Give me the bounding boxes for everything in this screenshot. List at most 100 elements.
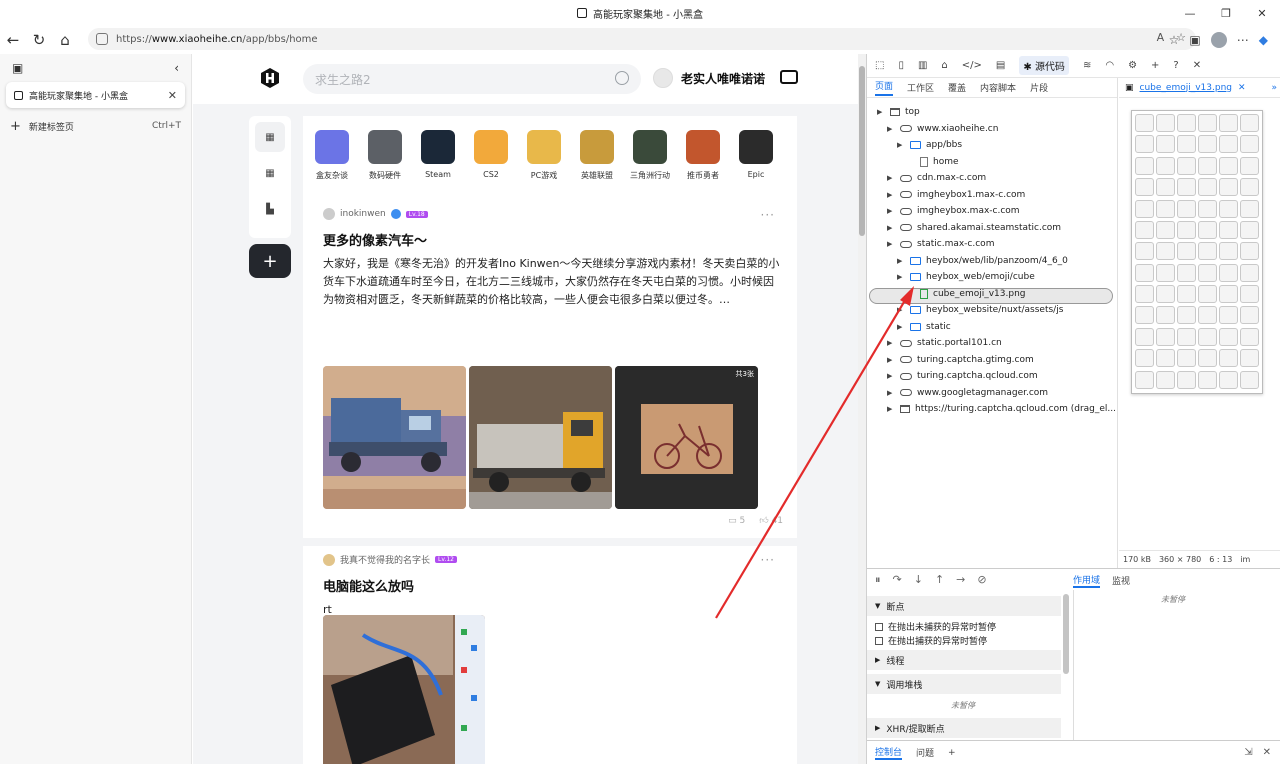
search-icon[interactable]	[615, 71, 629, 85]
step-into-icon[interactable]: ↓	[914, 573, 923, 586]
tree-node[interactable]: ▶ cdn.max-c.com	[887, 170, 986, 186]
close-file-tab-icon[interactable]: ✕	[1238, 83, 1246, 93]
tab-scope[interactable]: 作用域	[1073, 573, 1101, 588]
post-image-bicycle[interactable]: 共3张	[615, 366, 758, 509]
post-image-truck[interactable]	[323, 366, 466, 509]
category-lol[interactable]: 英雄联盟	[578, 130, 616, 181]
tree-node[interactable]: ▶ static.portal101.cn	[887, 335, 1002, 351]
post-card[interactable]: 我真不觉得我的名字长 Lv.12 ··· 电脑能这么放吗 rt	[323, 553, 783, 619]
home-button[interactable]: ⌂	[52, 27, 78, 53]
step-out-icon[interactable]: ↑	[935, 573, 944, 586]
search-input[interactable]: 求生之路2	[303, 64, 641, 94]
maximize-button[interactable]: ❐	[1208, 0, 1244, 26]
welcome-home-icon[interactable]: ⌂	[941, 60, 947, 71]
inspect-icon[interactable]: ⬚	[875, 60, 884, 71]
drawer-close-icon[interactable]: ✕	[1263, 747, 1271, 758]
category-cs2[interactable]: CS2	[472, 130, 510, 181]
create-post-button[interactable]: +	[249, 244, 291, 278]
scrollbar-thumb[interactable]	[859, 66, 865, 236]
pause-uncaught-checkbox[interactable]: 在抛出未捕获的异常时暂停	[875, 620, 996, 633]
post-image-tanker[interactable]	[469, 366, 612, 509]
category-pc[interactable]: PC游戏	[525, 130, 563, 181]
minimize-button[interactable]: —	[1172, 0, 1208, 26]
favorites-icon[interactable]: ☆	[1169, 33, 1180, 47]
close-tab-icon[interactable]: ✕	[168, 89, 177, 102]
post-title[interactable]: 电脑能这么放吗	[323, 576, 783, 595]
heybox-logo-icon[interactable]	[261, 68, 279, 88]
copilot-icon[interactable]: ◆	[1259, 33, 1268, 47]
nav-apps-icon[interactable]: ▦	[255, 158, 285, 188]
tree-node[interactable]: ▶ heybox/web/lib/panzoom/4_6_0	[897, 253, 1068, 269]
breakpoints-section[interactable]: ▼ 断点	[867, 596, 1061, 616]
post-image-pc[interactable]	[323, 615, 485, 764]
post-body[interactable]: 大家好，我是《寒冬无治》的开发者Ino Kinwen～今天继续分享游戏内素材！冬…	[323, 255, 783, 309]
tree-node[interactable]: ▶ www.googletagmanager.com	[887, 385, 1048, 401]
preview-file-tab[interactable]: ▣ cube_emoji_v13.png ✕ »	[1119, 78, 1280, 98]
tree-node[interactable]: ▶ app/bbs	[897, 137, 962, 153]
tree-node[interactable]: ▶ static.max-c.com	[887, 236, 994, 252]
tab-content-scripts[interactable]: 内容脚本	[980, 81, 1016, 94]
tree-node[interactable]: ▶ imgheybox.max-c.com	[887, 203, 1020, 219]
tree-node[interactable]: ▶ imgheybox1.max-c.com	[887, 187, 1025, 203]
step-icon[interactable]: →	[956, 573, 965, 586]
author-name[interactable]: inokinwen	[340, 209, 386, 219]
new-tab-button[interactable]: + 新建标签页 Ctrl+T	[10, 116, 181, 136]
pause-caught-checkbox[interactable]: 在抛出捕获的异常时暂停	[875, 634, 987, 647]
refresh-button[interactable]: ↻	[26, 27, 52, 53]
elements-icon[interactable]: </>	[962, 60, 982, 71]
more-menu-icon[interactable]: ⋯	[1237, 33, 1249, 47]
page-scrollbar[interactable]	[858, 54, 866, 764]
pause-icon[interactable]: ⏸	[875, 573, 881, 587]
tab-issues[interactable]: 问题	[916, 746, 934, 759]
tree-node[interactable]: home	[907, 154, 959, 170]
more-options-icon[interactable]: ···	[761, 553, 775, 567]
dock-drawer-icon[interactable]: ⇲	[1244, 747, 1252, 758]
tree-node[interactable]: ▶ heybox_website/nuxt/assets/js	[897, 302, 1063, 318]
dock-icon[interactable]: ▥	[918, 60, 927, 71]
devtools-close-icon[interactable]: ✕	[1193, 60, 1201, 71]
tree-node[interactable]: ▶ www.xiaoheihe.cn	[887, 121, 998, 137]
tree-node[interactable]: ▶ turing.captcha.qcloud.com	[887, 368, 1038, 384]
network-icon[interactable]: ≋	[1083, 60, 1091, 71]
address-bar[interactable]: https://www.xiaoheihe.cn/app/bbs/home A …	[88, 28, 1196, 50]
device-icon[interactable]: ▯	[898, 60, 904, 71]
settings-gear-icon[interactable]: ⚙	[1128, 60, 1137, 71]
performance-icon[interactable]: ◠	[1105, 60, 1114, 71]
category-coin-hero[interactable]: 推币勇者	[684, 130, 722, 181]
back-button[interactable]: ←	[0, 27, 26, 53]
console-icon[interactable]: ▤	[996, 60, 1005, 71]
tab-page[interactable]: 页面	[875, 79, 894, 96]
author-avatar[interactable]	[323, 553, 335, 566]
category-epic[interactable]: Epic	[737, 130, 775, 181]
tab-watch[interactable]: 监视	[1112, 574, 1130, 587]
close-window-button[interactable]: ✕	[1244, 0, 1280, 26]
threads-section[interactable]: ▶ 线程	[867, 650, 1061, 670]
add-tool-icon[interactable]: +	[1151, 60, 1159, 71]
debugger-scrollbar[interactable]	[1063, 594, 1069, 674]
collections-icon[interactable]: ▣	[1189, 33, 1200, 47]
pane-splitter[interactable]	[1117, 78, 1118, 568]
more-tabs-icon[interactable]: »	[1271, 83, 1280, 93]
tab-overrides[interactable]: 覆盖	[948, 81, 966, 94]
author-avatar[interactable]	[323, 208, 335, 220]
xhr-breakpoints-section[interactable]: ▶ XHR/提取断点	[867, 718, 1061, 738]
tab-console[interactable]: 控制台	[875, 745, 903, 760]
read-aloud-icon[interactable]: A	[1157, 31, 1165, 44]
tree-node[interactable]: ▶ shared.akamai.steamstatic.com	[887, 220, 1061, 236]
deactivate-breakpoints-icon[interactable]: ⊘	[977, 573, 986, 586]
tree-node[interactable]: ▶ turing.captcha.gtimg.com	[887, 352, 1034, 368]
category-monitor[interactable]: 数码硬件	[366, 130, 404, 181]
category-delta[interactable]: 三角洲行动	[630, 130, 670, 181]
comment-count[interactable]: ▭ 5	[728, 516, 745, 526]
collapse-pane-icon[interactable]: ‹	[174, 61, 179, 75]
tab-sources[interactable]: ✱ 源代码	[1019, 56, 1069, 75]
category-steam[interactable]: Steam	[419, 130, 457, 181]
nav-home-icon[interactable]: ▦	[255, 122, 285, 152]
like-count[interactable]: 👍︎ 41	[759, 516, 783, 526]
callstack-section[interactable]: ▼ 调用堆栈	[867, 674, 1061, 694]
category-people[interactable]: 盒友杂谈	[313, 130, 351, 181]
post-card[interactable]: inokinwen Lv.18 ··· 更多的像素汽车～ 大家好，我是《寒冬无治…	[323, 208, 783, 309]
tab-workspace[interactable]: 工作区	[907, 81, 934, 94]
user-profile[interactable]: 老实人唯唯诺诺	[653, 68, 765, 88]
mail-icon[interactable]	[780, 70, 798, 84]
